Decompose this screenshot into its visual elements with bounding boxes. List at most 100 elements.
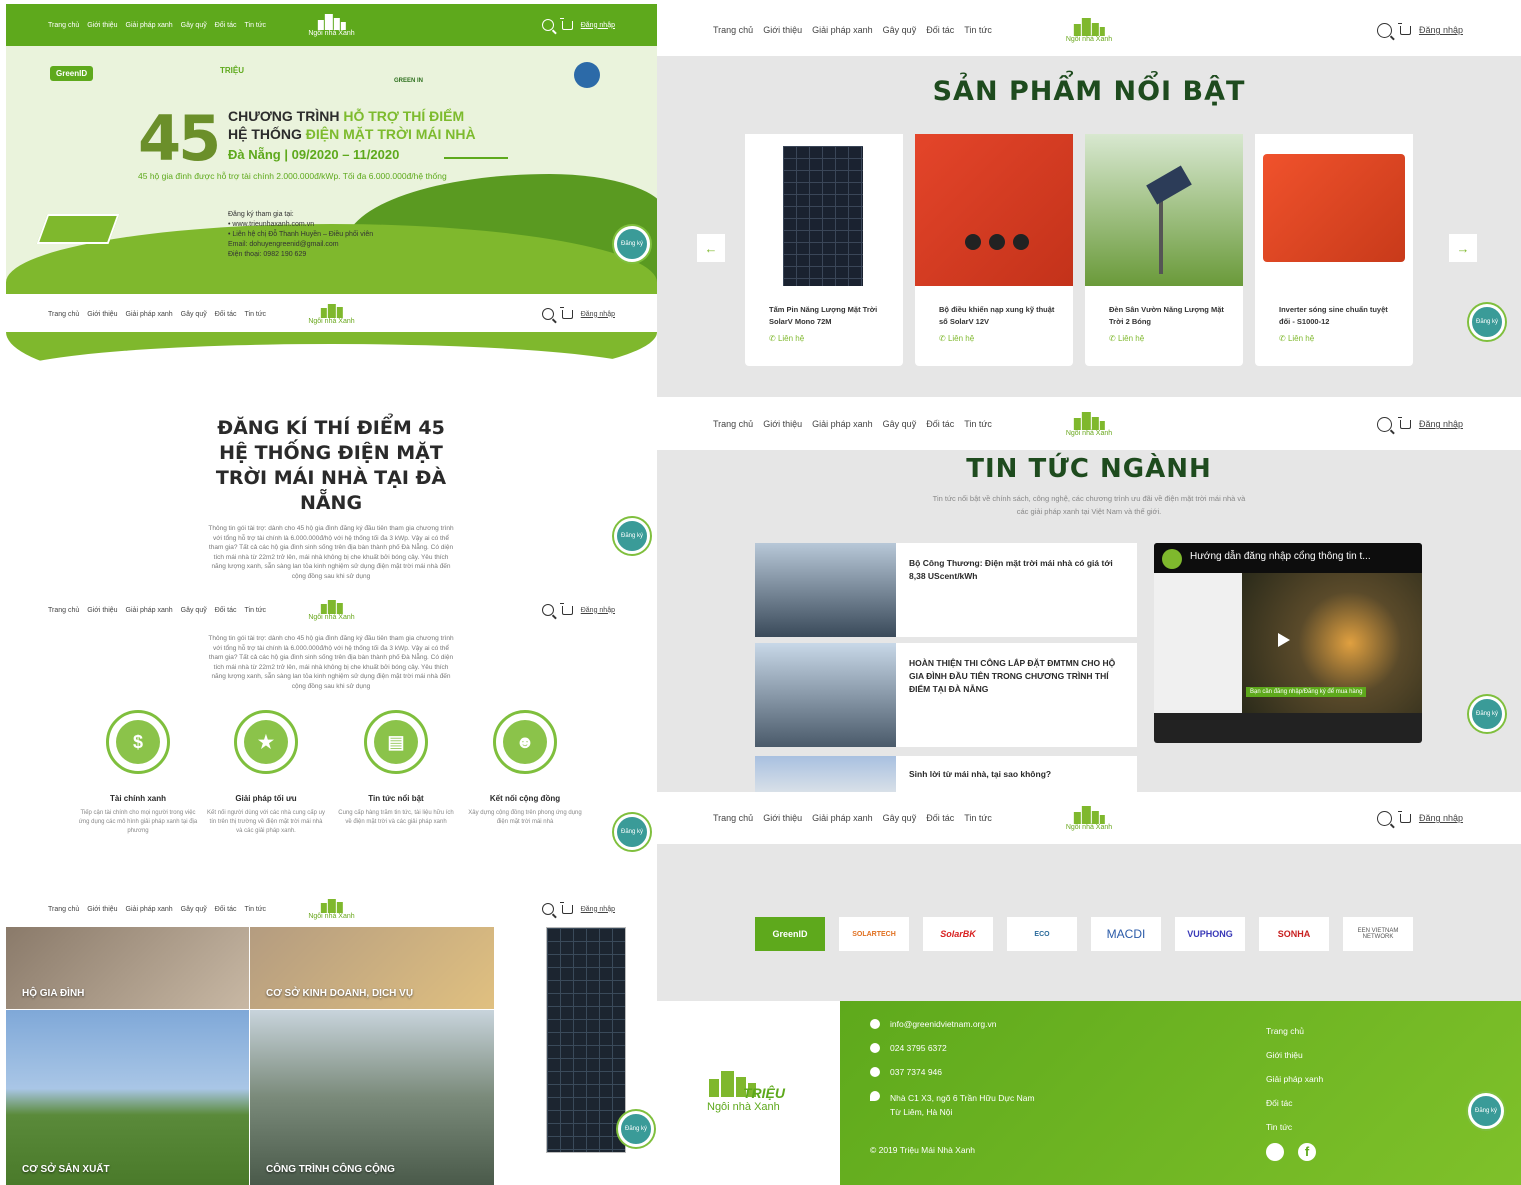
cart-icon[interactable] (559, 602, 573, 615)
cart-icon[interactable] (559, 901, 573, 914)
nav-link-news[interactable]: Tin tức (245, 311, 267, 318)
news-item[interactable]: Sinh lời từ mái nhà, tại sao không? (755, 756, 1137, 792)
nav-link-fundraise[interactable]: Gây quỹ (181, 311, 207, 318)
nav-link-fundraise[interactable]: Gây quỹ (181, 607, 207, 614)
site-logo[interactable]: Ngôi nhà Xanh (1066, 17, 1112, 43)
partner-logo[interactable]: ECO (1007, 917, 1077, 951)
nav-link-about[interactable]: Giới thiệu (763, 419, 802, 429)
login-link[interactable]: Đăng nhập (1419, 25, 1463, 35)
register-badge[interactable]: Đăng ký (618, 1111, 654, 1147)
nav-link-home[interactable]: Trang chủ (48, 22, 79, 29)
site-logo[interactable]: Ngôi nhà Xanh (308, 13, 355, 37)
nav-link-solutions[interactable]: Giải pháp xanh (126, 311, 173, 318)
print-icon[interactable] (1266, 1143, 1284, 1161)
nav-link-about[interactable]: Giới thiệu (87, 311, 117, 318)
nav-link-solutions[interactable]: Giải pháp xanh (126, 22, 173, 29)
product-card[interactable]: Tấm Pin Năng Lượng Mặt Trời SolarV Mono … (745, 134, 903, 366)
nav-link-news[interactable]: Tin tức (964, 419, 992, 429)
nav-link-home[interactable]: Trang chủ (48, 906, 79, 913)
arrow-left-icon[interactable]: ← (697, 234, 725, 262)
cart-icon[interactable] (559, 17, 573, 30)
nav-link-news[interactable]: Tin tức (245, 22, 267, 29)
product-contact[interactable]: ✆ Liên hệ (939, 334, 974, 343)
tile-household[interactable]: HỘ GIA ĐÌNH (6, 927, 249, 1009)
partner-logo[interactable]: VUPHONG (1175, 917, 1245, 951)
nav-link-home[interactable]: Trang chủ (713, 25, 753, 35)
register-badge[interactable]: Đăng ký (1469, 696, 1505, 732)
search-icon[interactable] (541, 903, 554, 915)
nav-link-news[interactable]: Tin tức (245, 906, 267, 913)
play-icon[interactable] (1278, 633, 1290, 647)
cart-icon[interactable] (1397, 22, 1411, 35)
nav-link-solutions[interactable]: Giải pháp xanh (812, 25, 873, 35)
tile-public-works[interactable]: CÔNG TRÌNH CÔNG CỘNG (250, 1010, 494, 1185)
search-icon[interactable] (1376, 416, 1392, 432)
nav-link-partners[interactable]: Đối tác (926, 25, 954, 35)
nav-link-fundraise[interactable]: Gây quỹ (883, 25, 917, 35)
product-card[interactable]: Bộ điều khiển nạp xung kỹ thuật số Solar… (915, 134, 1073, 366)
site-logo[interactable]: Ngôi nhà Xanh (308, 898, 355, 920)
nav-link-solutions[interactable]: Giải pháp xanh (126, 607, 173, 614)
register-badge[interactable]: Đăng ký (614, 518, 650, 554)
site-logo[interactable]: Ngôi nhà Xanh (1066, 411, 1112, 437)
nav-link-about[interactable]: Giới thiệu (87, 906, 117, 913)
footer-link-home[interactable]: Trang chủ (1266, 1019, 1323, 1043)
nav-link-fundraise[interactable]: Gây quỹ (883, 813, 917, 823)
search-icon[interactable] (1376, 22, 1392, 38)
footer-email[interactable]: info@greenidvietnam.org.vn (870, 1019, 996, 1029)
footer-phone[interactable]: 024 3795 6372 (870, 1043, 947, 1053)
footer-phone[interactable]: 037 7374 946 (870, 1067, 942, 1077)
product-contact[interactable]: ✆ Liên hệ (1109, 334, 1144, 343)
search-icon[interactable] (541, 19, 554, 31)
site-logo[interactable]: Ngôi nhà Xanh (308, 303, 355, 325)
nav-link-home[interactable]: Trang chủ (48, 311, 79, 318)
login-link[interactable]: Đăng nhập (581, 311, 615, 318)
nav-link-about[interactable]: Giới thiệu (763, 813, 802, 823)
nav-link-home[interactable]: Trang chủ (713, 813, 753, 823)
tile-factory[interactable]: CƠ SỞ SẢN XUẤT (6, 1010, 249, 1185)
nav-link-about[interactable]: Giới thiệu (763, 25, 802, 35)
tile-business[interactable]: CƠ SỞ KINH DOANH, DỊCH VỤ (250, 927, 494, 1009)
login-link[interactable]: Đăng nhập (581, 906, 615, 913)
footer-link-about[interactable]: Giới thiệu (1266, 1043, 1323, 1067)
nav-link-solutions[interactable]: Giải pháp xanh (812, 419, 873, 429)
login-link[interactable]: Đăng nhập (581, 22, 615, 29)
nav-link-partners[interactable]: Đối tác (215, 22, 237, 29)
partner-logo[interactable]: SolarBK (923, 917, 993, 951)
product-contact[interactable]: ✆ Liên hệ (1279, 334, 1314, 343)
facebook-icon[interactable]: f (1298, 1143, 1316, 1161)
news-item[interactable]: HOÀN THIỆN THI CÔNG LẮP ĐẶT ĐMTMN CHO HỘ… (755, 643, 1137, 747)
nav-link-news[interactable]: Tin tức (964, 813, 992, 823)
footer-link-news[interactable]: Tin tức (1266, 1115, 1323, 1139)
partner-logo[interactable]: SONHA (1259, 917, 1329, 951)
news-item[interactable]: Bộ Công Thương: Điện mặt trời mái nhà có… (755, 543, 1137, 637)
nav-link-partners[interactable]: Đối tác (926, 813, 954, 823)
product-card[interactable]: Đèn Sân Vườn Năng Lượng Mặt Trời 2 Bóng … (1085, 134, 1243, 366)
footer-link-partners[interactable]: Đối tác (1266, 1091, 1323, 1115)
register-badge[interactable]: Đăng ký (1469, 304, 1505, 340)
product-contact[interactable]: ✆ Liên hệ (769, 334, 804, 343)
register-badge[interactable]: Đăng ký (614, 814, 650, 850)
arrow-right-icon[interactable]: → (1449, 234, 1477, 262)
nav-link-partners[interactable]: Đối tác (215, 607, 237, 614)
search-icon[interactable] (541, 604, 554, 616)
register-badge[interactable]: Đăng ký (1468, 1093, 1504, 1129)
nav-link-news[interactable]: Tin tức (245, 607, 267, 614)
nav-link-home[interactable]: Trang chủ (713, 419, 753, 429)
login-link[interactable]: Đăng nhập (1419, 813, 1463, 823)
nav-link-solutions[interactable]: Giải pháp xanh (812, 813, 873, 823)
nav-link-partners[interactable]: Đối tác (215, 311, 237, 318)
login-link[interactable]: Đăng nhập (581, 607, 615, 614)
nav-link-fundraise[interactable]: Gây quỹ (883, 419, 917, 429)
nav-link-about[interactable]: Giới thiệu (87, 22, 117, 29)
nav-link-news[interactable]: Tin tức (964, 25, 992, 35)
nav-link-home[interactable]: Trang chủ (48, 607, 79, 614)
search-icon[interactable] (1376, 810, 1392, 826)
nav-link-fundraise[interactable]: Gây quỹ (181, 22, 207, 29)
cart-icon[interactable] (1397, 416, 1411, 429)
search-icon[interactable] (541, 308, 554, 320)
login-link[interactable]: Đăng nhập (1419, 419, 1463, 429)
nav-link-fundraise[interactable]: Gây quỹ (181, 906, 207, 913)
register-badge[interactable]: Đăng ký (614, 226, 650, 262)
nav-link-about[interactable]: Giới thiệu (87, 607, 117, 614)
